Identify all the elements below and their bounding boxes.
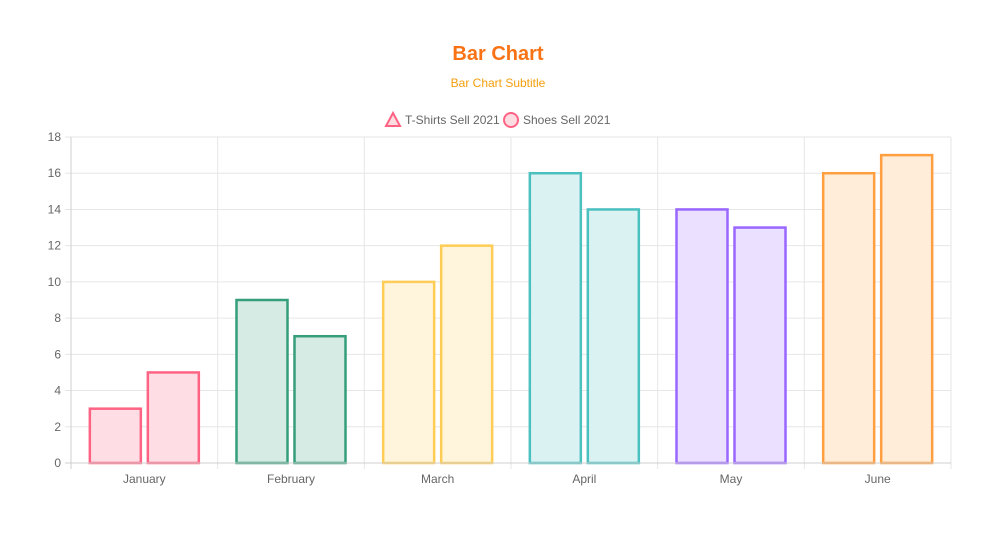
bar[interactable] <box>528 171 583 465</box>
bar[interactable] <box>293 334 347 465</box>
x-tick-label: February <box>267 472 315 486</box>
y-tick-label: 14 <box>48 202 62 216</box>
bar[interactable] <box>381 280 436 465</box>
bar[interactable] <box>235 298 289 465</box>
chart-title: Bar Chart <box>452 43 543 65</box>
y-tick-label: 18 <box>48 130 62 144</box>
bar[interactable] <box>146 371 201 465</box>
x-tick-label: June <box>865 472 891 486</box>
y-tick-label: 6 <box>54 347 61 361</box>
x-tick-label: April <box>572 472 596 486</box>
legend-circle-marker <box>503 112 519 128</box>
y-tick-label: 4 <box>54 384 61 398</box>
y-tick-label: 16 <box>48 166 62 180</box>
bar[interactable] <box>879 153 934 465</box>
chart-subtitle: Bar Chart Subtitle <box>451 76 546 90</box>
y-tick-label: 8 <box>54 311 61 325</box>
x-tick-label: January <box>123 472 166 486</box>
y-tick-label: 10 <box>48 275 62 289</box>
bar[interactable] <box>675 208 729 465</box>
y-tick-label: 2 <box>54 420 61 434</box>
legend-label[interactable]: Shoes Sell 2021 <box>523 113 611 127</box>
y-tick-label: 0 <box>54 456 61 470</box>
bar[interactable] <box>439 244 494 465</box>
bar-chart: Bar Chart Bar Chart Subtitle T-Shirts Sell… <box>0 0 1000 550</box>
bar[interactable] <box>733 226 787 465</box>
y-tick-label: 12 <box>48 239 62 253</box>
chart-canvas: Bar Chart Bar Chart Subtitle T-Shirts Sell… <box>48 43 952 486</box>
legend-triangle-marker <box>384 110 402 127</box>
legend-label[interactable]: T-Shirts Sell 2021 <box>405 113 500 127</box>
bar[interactable] <box>586 208 641 465</box>
bar[interactable] <box>821 171 876 465</box>
bar[interactable] <box>88 407 143 465</box>
x-tick-label: May <box>720 472 743 486</box>
x-tick-label: March <box>421 472 454 486</box>
